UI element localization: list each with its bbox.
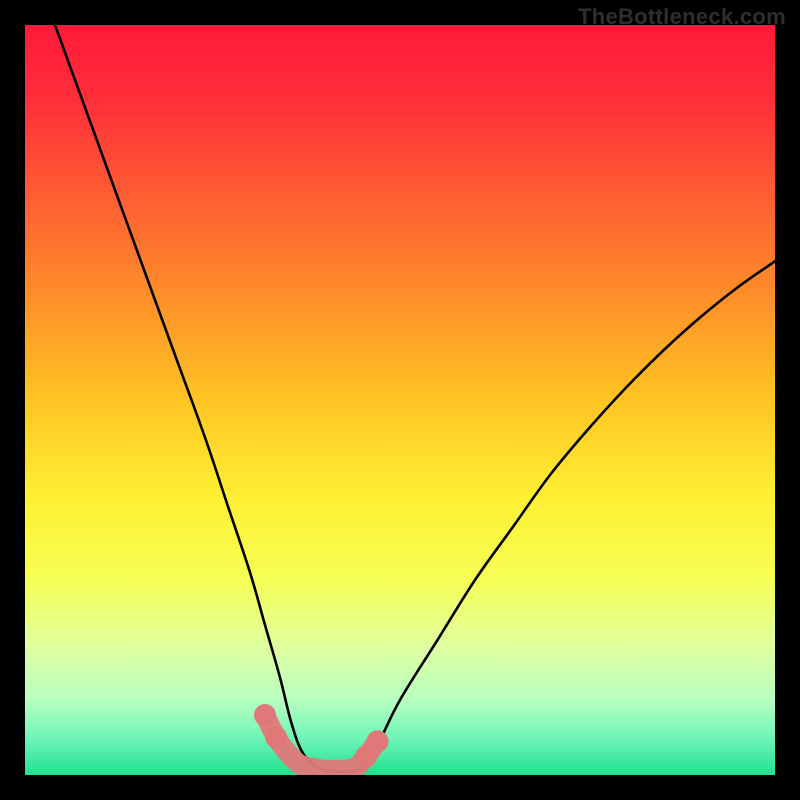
band-endpoint-dot — [254, 704, 276, 726]
plot-area — [25, 25, 775, 775]
chart-svg — [25, 25, 775, 775]
band-endpoint-dot — [367, 730, 389, 752]
gradient-background — [25, 25, 775, 775]
watermark-text: TheBottleneck.com — [578, 4, 786, 30]
chart-frame: TheBottleneck.com — [0, 0, 800, 800]
band-endpoint-dot — [265, 727, 287, 749]
